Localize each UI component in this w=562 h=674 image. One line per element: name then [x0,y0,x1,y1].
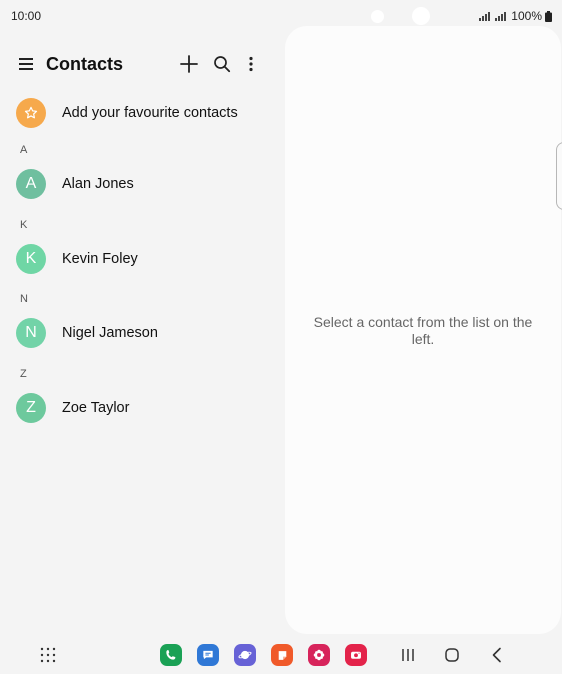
contact-section-n: N N Nigel Jameson [0,293,282,367]
messages-icon[interactable] [197,644,219,666]
contact-name: Zoe Taylor [62,400,130,416]
star-icon [16,98,46,128]
phone-icon[interactable] [160,644,182,666]
hamburger-icon[interactable] [19,58,33,70]
avatar: Z [16,393,46,423]
gallery-icon[interactable] [308,644,330,666]
add-favourites-label: Add your favourite contacts [62,105,238,121]
apps-grid-icon[interactable] [40,647,56,663]
contact-name: Kevin Foley [62,251,138,267]
contact-section-a: A A Alan Jones [0,144,282,218]
section-index-letter: A [20,144,28,156]
contact-section-z: Z Z Zoe Taylor [0,368,282,442]
avatar: N [16,318,46,348]
notes-icon[interactable] [271,644,293,666]
search-icon[interactable] [210,52,234,76]
plus-icon[interactable] [177,52,201,76]
section-index-letter: N [20,293,28,305]
avatar: K [16,244,46,274]
camera-cutout [371,10,384,23]
section-index-letter: Z [20,368,27,380]
contacts-list-pane: Contacts Add your favourite contacts A A… [0,32,282,632]
contact-detail-pane: Select a contact from the list on the le… [285,26,561,634]
battery-percent: 100% [511,9,542,23]
back-icon[interactable] [487,645,507,665]
empty-detail-message: Select a contact from the list on the le… [313,314,533,347]
avatar: A [16,169,46,199]
taskbar [0,636,562,674]
camera-icon[interactable] [345,644,367,666]
more-vert-icon[interactable] [239,52,263,76]
contacts-toolbar: Contacts [0,32,282,98]
section-index-letter: K [20,219,28,231]
recent-apps-icon[interactable] [398,645,418,665]
contact-name: Alan Jones [62,176,134,192]
page-title: Contacts [46,54,124,74]
edge-panel-handle[interactable] [556,142,562,210]
status-indicators: 100% [479,9,552,23]
camera-cutout [412,7,430,25]
add-favourites-row[interactable]: Add your favourite contacts [0,94,282,132]
status-time: 10:00 [11,9,42,23]
internet-icon[interactable] [234,644,256,666]
contact-name: Nigel Jameson [62,325,158,341]
home-icon[interactable] [442,645,462,665]
signal-icon [495,11,507,21]
battery-icon [545,10,552,22]
signal-icon [479,11,491,21]
contact-section-k: K K Kevin Foley [0,219,282,293]
